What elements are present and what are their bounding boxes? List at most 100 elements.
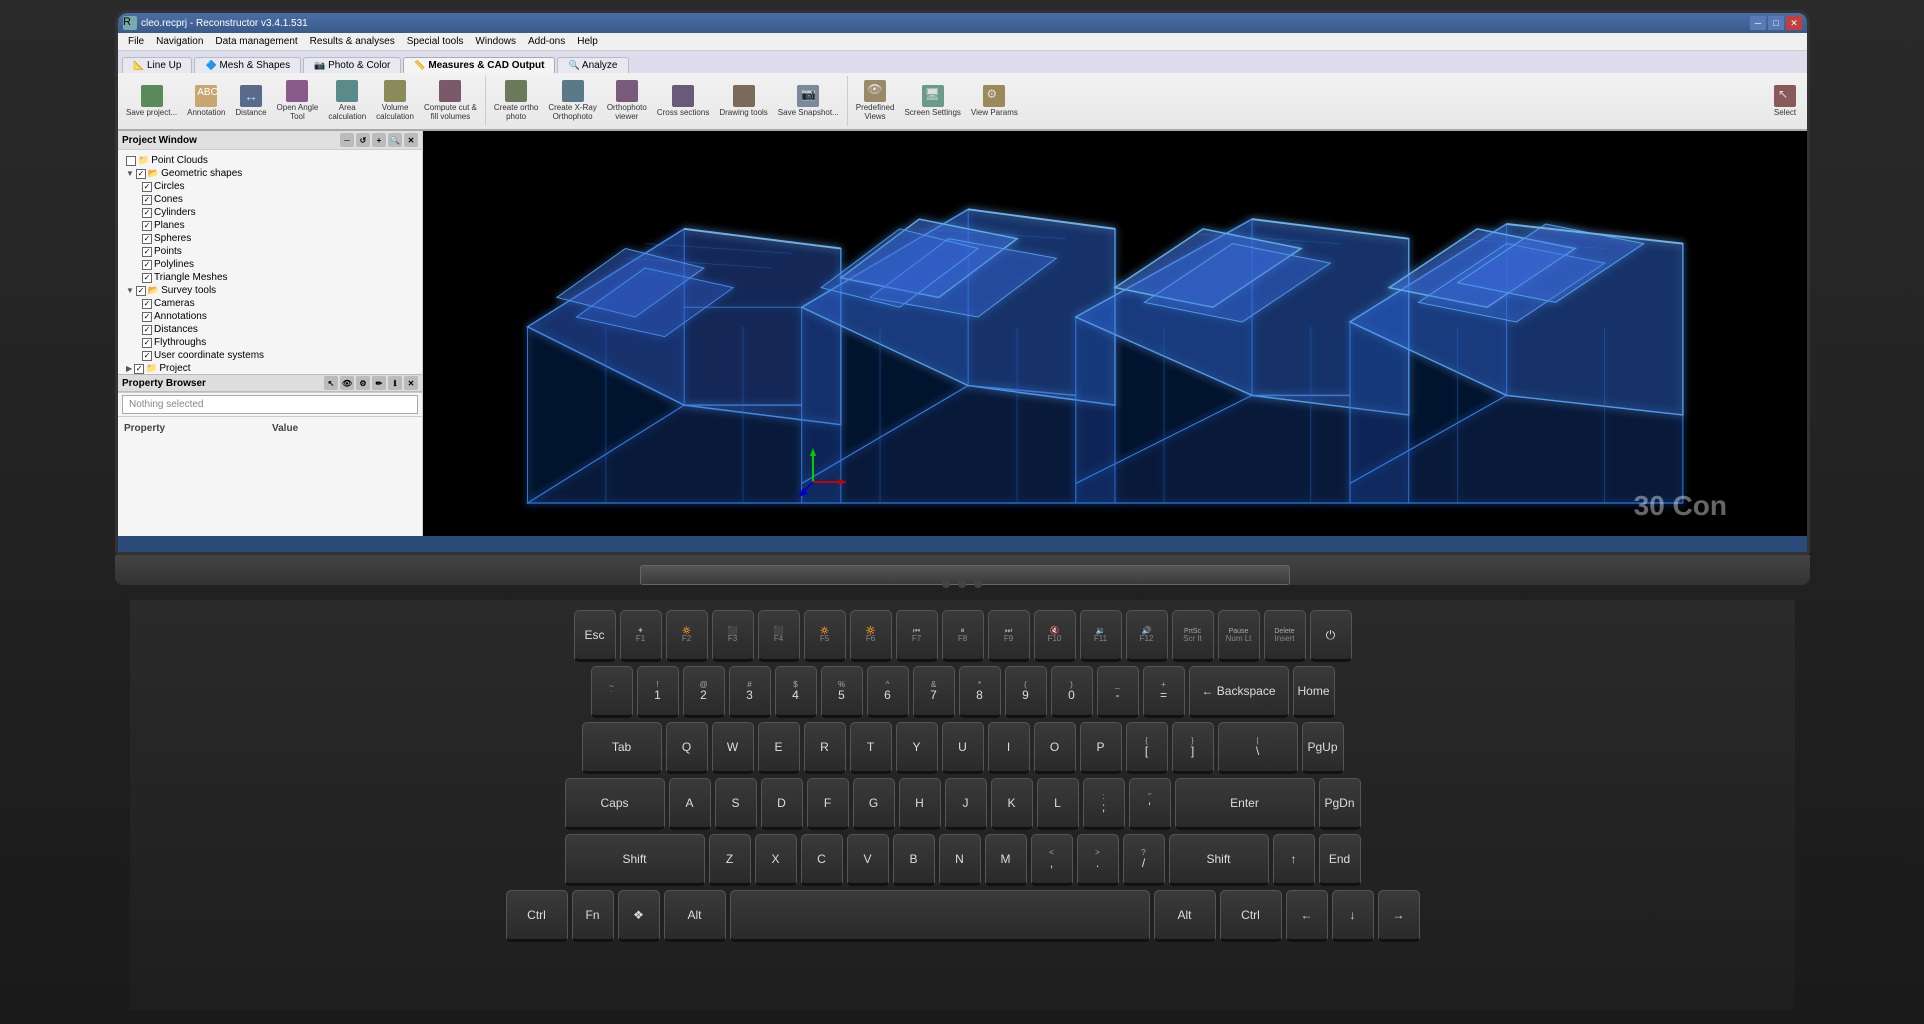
key-1[interactable]: !1	[637, 666, 679, 718]
key-w[interactable]: W	[712, 722, 754, 774]
annotation-button[interactable]: ABC Annotation	[183, 83, 229, 120]
project-refresh-icon[interactable]: ↺	[356, 133, 370, 147]
key-o[interactable]: O	[1034, 722, 1076, 774]
key-8[interactable]: *8	[959, 666, 1001, 718]
key-ralt[interactable]: Alt	[1154, 890, 1216, 942]
key-t[interactable]: T	[850, 722, 892, 774]
key-u[interactable]: U	[942, 722, 984, 774]
key-rctrl[interactable]: Ctrl	[1220, 890, 1282, 942]
tree-item-circles[interactable]: ✓ Circles	[122, 180, 418, 193]
compute-button[interactable]: Compute cut &fill volumes	[420, 78, 481, 124]
pb-filter-icon[interactable]: ⚙	[356, 376, 370, 390]
key-backslash[interactable]: |\	[1218, 722, 1298, 774]
key-7[interactable]: &7	[913, 666, 955, 718]
viewport-3d[interactable]: 30 Con	[423, 131, 1807, 552]
tree-checkbox-point-clouds[interactable]	[126, 156, 136, 166]
key-3[interactable]: #3	[729, 666, 771, 718]
key-right[interactable]: →	[1378, 890, 1420, 942]
key-s[interactable]: S	[715, 778, 757, 830]
key-f10[interactable]: 🔇F10	[1034, 610, 1076, 662]
key-pgup[interactable]: PgUp	[1302, 722, 1344, 774]
predefined-views-button[interactable]: 👁 PredefinedViews	[852, 78, 899, 124]
key-equals[interactable]: +=	[1143, 666, 1185, 718]
close-button[interactable]: ✕	[1786, 16, 1802, 30]
key-enter[interactable]: Enter	[1175, 778, 1315, 830]
pb-close-icon[interactable]: ✕	[404, 376, 418, 390]
pb-info-icon[interactable]: ℹ	[388, 376, 402, 390]
project-close-icon[interactable]: ✕	[404, 133, 418, 147]
cb-distances[interactable]: ✓	[142, 325, 152, 335]
key-rshift[interactable]: Shift	[1169, 834, 1269, 886]
tree-item-geometric-shapes[interactable]: ▼ ✓ 📂 Geometric shapes	[122, 167, 418, 180]
angle-tool-button[interactable]: Open AngleTool	[273, 78, 323, 124]
pb-eye-icon[interactable]: 👁	[340, 376, 354, 390]
cb-triangles[interactable]: ✓	[142, 273, 152, 283]
key-k[interactable]: K	[991, 778, 1033, 830]
key-lbracket[interactable]: {[	[1126, 722, 1168, 774]
cb-annotations[interactable]: ✓	[142, 312, 152, 322]
snapshot-button[interactable]: 📷 Save Snapshot...	[774, 83, 843, 120]
cross-sections-button[interactable]: Cross sections	[653, 83, 713, 120]
menu-navigation[interactable]: Navigation	[150, 33, 209, 50]
key-f[interactable]: F	[807, 778, 849, 830]
cb-planes[interactable]: ✓	[142, 221, 152, 231]
project-add-icon[interactable]: +	[372, 133, 386, 147]
key-r[interactable]: R	[804, 722, 846, 774]
key-quote[interactable]: "'	[1129, 778, 1171, 830]
key-prtsc[interactable]: PrtScScr It	[1172, 610, 1214, 662]
key-f1[interactable]: ✦F1	[620, 610, 662, 662]
key-period[interactable]: >.	[1077, 834, 1119, 886]
project-collapse-icon[interactable]: ─	[340, 133, 354, 147]
key-g[interactable]: G	[853, 778, 895, 830]
key-m[interactable]: M	[985, 834, 1027, 886]
key-d[interactable]: D	[761, 778, 803, 830]
xray-button[interactable]: Create X-RayOrthophoto	[544, 78, 600, 124]
key-c[interactable]: C	[801, 834, 843, 886]
tab-photo[interactable]: 📷 Photo & Color	[303, 57, 401, 73]
key-q[interactable]: Q	[666, 722, 708, 774]
menu-windows[interactable]: Windows	[469, 33, 522, 50]
key-esc[interactable]: Esc	[574, 610, 616, 662]
menu-results[interactable]: Results & analyses	[304, 33, 401, 50]
key-delete[interactable]: DeleteInsert	[1264, 610, 1306, 662]
cb-cameras[interactable]: ✓	[142, 299, 152, 309]
key-caps[interactable]: Caps	[565, 778, 665, 830]
key-f2[interactable]: 🔅F2	[666, 610, 708, 662]
key-comma[interactable]: <,	[1031, 834, 1073, 886]
cb-spheres[interactable]: ✓	[142, 234, 152, 244]
tree-item-cameras[interactable]: ✓ Cameras	[122, 297, 418, 310]
key-n[interactable]: N	[939, 834, 981, 886]
cb-survey[interactable]: ✓	[136, 286, 146, 296]
key-f8[interactable]: ⏸F8	[942, 610, 984, 662]
create-ortho-button[interactable]: Create orthophoto	[490, 78, 542, 124]
key-end[interactable]: End	[1319, 834, 1361, 886]
key-pause[interactable]: PauseNum Lt	[1218, 610, 1260, 662]
key-f3[interactable]: ⬛F3	[712, 610, 754, 662]
tab-mesh[interactable]: 🔷 Mesh & Shapes	[194, 57, 301, 73]
view-params-button[interactable]: ⚙ View Params	[967, 83, 1022, 120]
key-0[interactable]: )0	[1051, 666, 1093, 718]
tree-item-cones[interactable]: ✓ Cones	[122, 193, 418, 206]
key-6[interactable]: ^6	[867, 666, 909, 718]
menu-addons[interactable]: Add-ons	[522, 33, 571, 50]
key-f4[interactable]: ⬛F4	[758, 610, 800, 662]
tree-item-flythroughs[interactable]: ✓ Flythroughs	[122, 336, 418, 349]
key-home[interactable]: Home	[1293, 666, 1335, 718]
key-lctrl[interactable]: Ctrl	[506, 890, 568, 942]
tree-item-ucs[interactable]: ✓ User coordinate systems	[122, 349, 418, 362]
menu-special-tools[interactable]: Special tools	[401, 33, 470, 50]
tree-item-spheres[interactable]: ✓ Spheres	[122, 232, 418, 245]
tree-item-point-clouds[interactable]: 📁 Point Clouds	[122, 154, 418, 167]
key-b[interactable]: B	[893, 834, 935, 886]
key-backtick[interactable]: ~`	[591, 666, 633, 718]
key-5[interactable]: %5	[821, 666, 863, 718]
key-e[interactable]: E	[758, 722, 800, 774]
key-up[interactable]: ↑	[1273, 834, 1315, 886]
tree-item-survey-tools[interactable]: ▼ ✓ 📂 Survey tools	[122, 284, 418, 297]
key-l[interactable]: L	[1037, 778, 1079, 830]
tab-lineup[interactable]: 📐 Line Up	[122, 57, 192, 73]
tab-analyze[interactable]: 🔍 Analyze	[557, 57, 628, 73]
tree-item-triangle-meshes[interactable]: ✓ Triangle Meshes	[122, 271, 418, 284]
cb-project[interactable]: ✓	[134, 364, 144, 374]
key-4[interactable]: $4	[775, 666, 817, 718]
